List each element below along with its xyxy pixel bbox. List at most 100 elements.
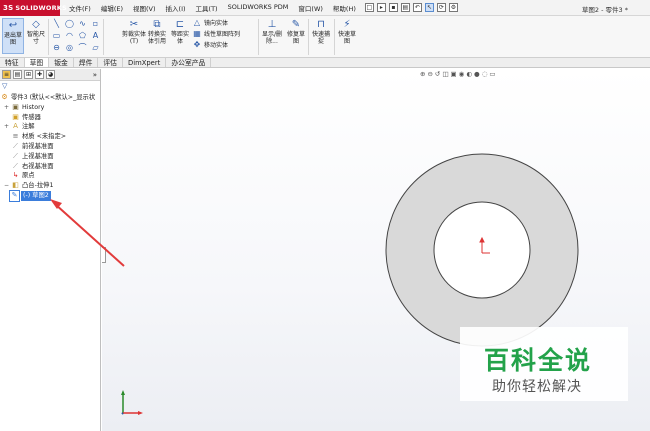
tree-root-label: 零件3 (默认<<默认>_显示状 [11, 94, 96, 101]
tree-item-top-plane[interactable]: ⟋ 上视基准面 [0, 152, 100, 162]
logo-text: SOLIDWORKS [15, 3, 67, 12]
repair-icon: ✎ [291, 18, 301, 30]
text-icon[interactable]: A [89, 30, 102, 42]
mirror-entities-item[interactable]: △ 镜向实体 [193, 18, 240, 27]
line-icon[interactable]: ╲ [50, 18, 63, 30]
rectangle-icon[interactable]: ▭ [50, 30, 63, 42]
tab-features[interactable]: 特征 [0, 58, 25, 67]
menu-insert[interactable]: 插入(I) [161, 3, 191, 13]
appearance-icon[interactable]: ● [474, 70, 480, 78]
linear-pattern-item[interactable]: ▦ 线性草图阵列 [193, 29, 240, 38]
tab-office-products[interactable]: 办公室产品 [166, 58, 212, 67]
save-icon[interactable]: ▪ [388, 3, 398, 12]
display-manager-tab-icon[interactable]: ◕ [46, 70, 55, 79]
tree-item-origin[interactable]: ↳ 原点 [0, 171, 100, 181]
tree-root[interactable]: ⚙ 零件3 (默认<<默认>_显示状 [0, 93, 100, 103]
open-icon[interactable]: ▸ [376, 3, 386, 12]
view-settings-icon[interactable]: ▭ [489, 70, 495, 78]
menu-window[interactable]: 窗口(W) [293, 3, 328, 13]
panel-splitter-handle[interactable] [102, 247, 106, 263]
ellipse-icon[interactable]: ◎ [63, 42, 76, 54]
property-manager-tab-icon[interactable]: ▤ [13, 70, 22, 79]
tree-item-boss-extrude[interactable]: − ◧ 凸台-拉伸1 [0, 181, 100, 191]
tab-weldments[interactable]: 焊件 [74, 58, 99, 67]
tree-item-annotations[interactable]: + A 注解 [0, 122, 100, 132]
tree-item-right-plane[interactable]: ⟋ 右视基准面 [0, 162, 100, 172]
hide-show-icon[interactable]: ◐ [466, 70, 472, 78]
quick-access-toolbar: □ ▸ ▪ ▤ ↶ ↖ ⟳ ⚙ [364, 3, 458, 12]
tab-sketch[interactable]: 草图 [24, 58, 50, 67]
heads-up-view-toolbar: ⊕ ⊖ ↺ ◫ ▣ ◉ ◐ ● ◌ ▭ [420, 70, 496, 78]
slot-icon[interactable]: ⊖ [50, 42, 63, 54]
tree-item-label: 凸台-拉伸1 [22, 182, 54, 190]
circle-icon[interactable]: ◯ [63, 18, 76, 30]
menu-view[interactable]: 视图(V) [128, 3, 161, 13]
solidworks-logo[interactable]: 3S SOLIDWORKS [0, 0, 67, 16]
arc-icon[interactable]: ◠ [63, 30, 76, 42]
ribbon-separator [308, 19, 309, 55]
tab-evaluate[interactable]: 评估 [98, 58, 123, 67]
move-entities-item[interactable]: ✥ 移动实体 [193, 40, 240, 49]
spline-icon[interactable]: ∿ [76, 18, 89, 30]
convert-entities-button[interactable]: ⧉ 转换实体引用 [146, 18, 168, 54]
exit-sketch-label: 退出草图 [3, 32, 22, 46]
select-icon[interactable]: ↖ [424, 3, 434, 12]
section-view-icon[interactable]: ◫ [442, 70, 448, 78]
plane-icon: ⟋ [13, 141, 18, 150]
filter-icon[interactable]: ▽ [0, 81, 100, 91]
tree-item-sketch2[interactable]: ✎ (-) 草图2 [0, 189, 100, 202]
watermark: 百科全说 助你轻松解决 [460, 327, 628, 401]
chevron-right-icon[interactable]: » [93, 71, 97, 79]
collapse-icon[interactable]: − [4, 181, 11, 191]
fillet-icon[interactable]: ⌒ [76, 42, 89, 54]
configuration-manager-tab-icon[interactable]: ⊞ [24, 70, 33, 79]
rapid-sketch-button[interactable]: ⚡ 快速草图 [336, 18, 358, 54]
point-icon[interactable]: ▫ [89, 18, 102, 30]
menu-tools[interactable]: 工具(T) [191, 3, 223, 13]
sketch-icon: ✎ [9, 189, 20, 202]
watermark-title: 百科全说 [484, 346, 593, 375]
new-icon[interactable]: □ [364, 3, 374, 12]
scene-icon[interactable]: ◌ [482, 70, 488, 78]
expand-icon[interactable]: + [4, 103, 11, 113]
plane-tool-icon[interactable]: ▱ [89, 42, 102, 54]
undo-icon[interactable]: ↶ [412, 3, 422, 12]
repair-sketch-button[interactable]: ✎ 修复草图 [285, 18, 307, 54]
menu-file[interactable]: 文件(F) [64, 3, 96, 13]
menu-edit[interactable]: 编辑(E) [96, 3, 128, 13]
tree-item-history[interactable]: + ▣ History [0, 103, 100, 113]
options-icon[interactable]: ⚙ [448, 3, 458, 12]
sensor-icon: ▣ [12, 112, 19, 121]
display-style-icon[interactable]: ◉ [459, 70, 465, 78]
display-delete-button[interactable]: ⊥ 显示/删除... [261, 18, 283, 54]
menu-pdm[interactable]: SOLIDWORKS PDM [223, 3, 294, 13]
sketch-modify-list: △ 镜向实体 ▦ 线性草图阵列 ✥ 移动实体 [193, 18, 240, 49]
smart-dimension-icon: ◇ [32, 18, 40, 30]
zoom-to-fit-icon[interactable]: ⊕ [420, 70, 425, 78]
tab-dimxpert[interactable]: DimXpert [123, 58, 167, 67]
feature-manager-tab-icon[interactable]: ≡ [2, 70, 11, 79]
quick-snaps-button[interactable]: ⊓ 快速捕捉 [310, 18, 332, 54]
polygon-icon[interactable]: ⬠ [76, 30, 89, 42]
zoom-area-icon[interactable]: ⊖ [427, 70, 432, 78]
rapid-sketch-label: 快速草图 [337, 31, 356, 45]
expand-icon[interactable]: + [4, 122, 11, 132]
menu-help[interactable]: 帮助(H) [328, 3, 361, 13]
rebuild-icon[interactable]: ⟳ [436, 3, 446, 12]
exit-sketch-button[interactable]: ↩ 退出草图 [2, 18, 24, 54]
offset-entities-button[interactable]: ⊏ 等距实体 [169, 18, 191, 54]
print-icon[interactable]: ▤ [400, 3, 410, 12]
trim-icon: ✂ [129, 18, 139, 30]
tree-item-label: (-) 草图2 [21, 190, 51, 201]
ribbon-separator [334, 19, 335, 55]
previous-view-icon[interactable]: ↺ [435, 70, 440, 78]
tab-sheet-metal[interactable]: 钣金 [49, 58, 74, 67]
smart-dimension-button[interactable]: ◇ 智能尺寸 [26, 18, 46, 54]
trim-entities-button[interactable]: ✂ 剪裁实体(T) [122, 18, 146, 54]
tree-item-front-plane[interactable]: ⟋ 前视基准面 [0, 142, 100, 152]
tree-item-sensors[interactable]: ▣ 传感器 [0, 113, 100, 123]
view-orientation-icon[interactable]: ▣ [451, 70, 457, 78]
sketch-ribbon: ↩ 退出草图 ◇ 智能尺寸 ╲ ◯ ∿ ▫ ▭ ◠ ⬠ A ⊖ ◎ ⌒ ▱ ✂ … [0, 16, 650, 58]
tree-item-material[interactable]: ≡ 材质 <未指定> [0, 132, 100, 142]
dimxpert-manager-tab-icon[interactable]: ✚ [35, 70, 44, 79]
